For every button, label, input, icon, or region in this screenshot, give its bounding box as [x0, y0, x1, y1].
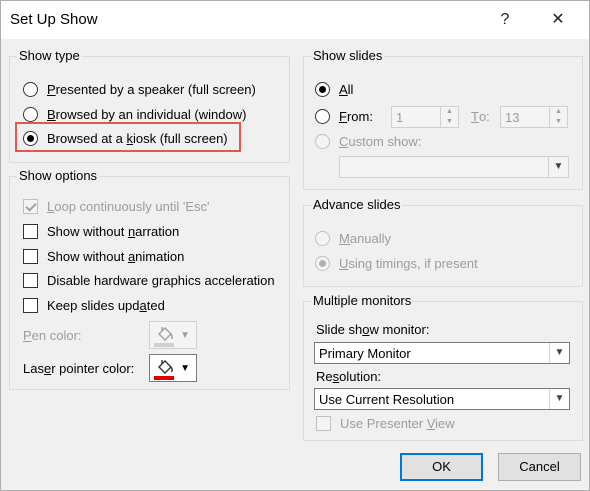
checkbox-label: Loop continuously until 'Esc': [47, 199, 210, 214]
checkbox-box[interactable]: [23, 249, 38, 264]
custom-show-dropdown[interactable]: ▼: [339, 156, 569, 178]
checkbox-box[interactable]: [23, 298, 38, 313]
slide-show-monitor-value: Primary Monitor: [319, 346, 411, 361]
radio-advance-manually[interactable]: Manually: [315, 231, 391, 246]
radio-circle[interactable]: [315, 134, 330, 149]
chevron-down-icon: ▼: [180, 330, 190, 341]
checkbox-disable-hardware-acceleration[interactable]: Disable hardware graphics acceleration: [23, 273, 275, 288]
chevron-down-icon[interactable]: ▼: [549, 389, 569, 409]
laser-color-swatch: [154, 376, 174, 380]
spinner-arrows[interactable]: ▲ ▼: [440, 107, 458, 127]
title-bar: Set Up Show ? ✕: [1, 1, 589, 39]
checkbox-without-narration[interactable]: Show without narration: [23, 224, 179, 239]
chevron-down-icon[interactable]: ▼: [441, 117, 458, 127]
checkbox-label: Show without animation: [47, 249, 185, 264]
laser-pointer-color-label: Las e r pointer color:: [23, 361, 135, 376]
checkbox-label: Show without narration: [47, 224, 180, 239]
checkbox-label: Keep slides updated: [47, 298, 165, 313]
advance-slides-group: Advance slides: [303, 197, 583, 287]
from-slide-spinner[interactable]: 1 ▲ ▼: [391, 106, 459, 128]
chevron-up-icon[interactable]: ▲: [441, 107, 458, 117]
radio-presented-by-speaker[interactable]: Presented by a speaker (full screen): [23, 82, 256, 97]
radio-label: All: [339, 82, 354, 97]
dialog-title: Set Up Show: [10, 11, 98, 28]
resolution-label: Re s olution:: [316, 369, 382, 384]
to-slide-value: 13: [505, 110, 520, 125]
checkbox-box[interactable]: [23, 273, 38, 288]
radio-circle[interactable]: [315, 231, 330, 246]
laser-pointer-color-picker[interactable]: ▼: [149, 354, 197, 382]
resolution-value: Use Current Resolution: [319, 392, 455, 407]
from-slide-value: 1: [396, 110, 404, 125]
radio-browsed-by-individual[interactable]: Browsed by an individual (window): [23, 107, 246, 122]
checkbox-box[interactable]: [23, 224, 38, 239]
chevron-down-icon[interactable]: ▼: [548, 157, 568, 177]
radio-label: Custom show:: [339, 134, 422, 149]
radio-label: Using timings, if present: [339, 256, 478, 271]
slide-show-monitor-label: Slide sh o w monitor:: [316, 322, 430, 337]
radio-from-slides[interactable]: From:: [315, 109, 373, 124]
radio-label: Manually: [339, 231, 392, 246]
set-up-show-dialog: Set Up Show ? ✕ Show type Presented by a…: [0, 0, 590, 491]
close-button[interactable]: ✕: [541, 7, 575, 33]
radio-circle[interactable]: [315, 82, 330, 97]
cancel-button[interactable]: Cancel: [498, 453, 581, 481]
checkbox-use-presenter-view[interactable]: Use Presenter View: [316, 416, 455, 431]
kiosk-highlight-box: [15, 122, 241, 152]
pen-color-swatch: [154, 343, 174, 347]
resolution-dropdown[interactable]: Use Current Resolution ▼: [314, 388, 570, 410]
radio-circle[interactable]: [315, 256, 330, 271]
radio-label: Presented by a speaker (full screen): [47, 82, 256, 97]
radio-circle[interactable]: [23, 82, 38, 97]
radio-custom-show[interactable]: Custom show:: [315, 134, 421, 149]
radio-label: From:: [339, 109, 373, 124]
pen-color-picker[interactable]: ▼: [149, 321, 197, 349]
radio-using-timings[interactable]: Using timings, if present: [315, 256, 478, 271]
checkbox-box[interactable]: [23, 199, 38, 214]
help-button[interactable]: ?: [488, 7, 522, 33]
show-slides-legend: Show slides: [311, 48, 385, 63]
to-slide-spinner[interactable]: 13 ▲ ▼: [500, 106, 568, 128]
chevron-down-icon[interactable]: ▼: [549, 343, 569, 363]
radio-circle[interactable]: [23, 107, 38, 122]
radio-circle[interactable]: [315, 109, 330, 124]
checkbox-without-animation[interactable]: Show without animation: [23, 249, 184, 264]
ok-button[interactable]: OK: [400, 453, 483, 481]
show-type-legend: Show type: [17, 48, 82, 63]
checkbox-keep-slides-updated[interactable]: Keep slides updated: [23, 298, 165, 313]
checkbox-box[interactable]: [316, 416, 331, 431]
paint-bucket-icon: [158, 327, 173, 341]
multiple-monitors-legend: Multiple monitors: [311, 293, 414, 308]
radio-all-slides[interactable]: All: [315, 82, 353, 97]
checkbox-label: Disable hardware graphics acceleration: [47, 273, 275, 288]
chevron-down-icon: ▼: [180, 363, 190, 374]
checkbox-loop-continuously[interactable]: Loop continuously until 'Esc': [23, 199, 210, 214]
checkbox-label: Use Presenter View: [340, 416, 455, 431]
chevron-down-icon[interactable]: ▼: [550, 117, 567, 127]
chevron-up-icon[interactable]: ▲: [550, 107, 567, 117]
radio-label: Browsed by an individual (window): [47, 107, 247, 122]
to-slide-label: To:: [471, 109, 490, 124]
paint-bucket-icon: [158, 360, 173, 374]
show-options-legend: Show options: [17, 168, 100, 183]
advance-slides-legend: Advance slides: [311, 197, 403, 212]
pen-color-label: Pen color:: [23, 328, 82, 343]
slide-show-monitor-dropdown[interactable]: Primary Monitor ▼: [314, 342, 570, 364]
spinner-arrows[interactable]: ▲ ▼: [549, 107, 567, 127]
